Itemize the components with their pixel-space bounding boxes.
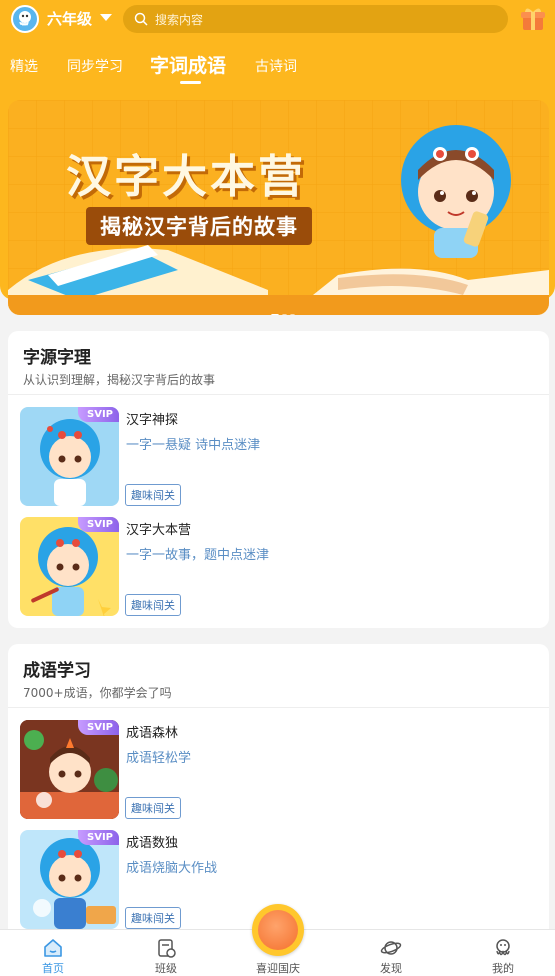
list-item[interactable]: SVIP 汉字神探 一字一悬疑 诗中点迷津 趣味闯关 (20, 407, 540, 507)
svip-badge: SVIP (78, 407, 119, 422)
course-tag[interactable]: 趣味闯关 (125, 797, 181, 819)
section-title: 字源字理 (23, 348, 91, 368)
list-item[interactable]: SVIP 汉字大本营 一字一故事，题中点迷津 趣味闯关 (20, 517, 540, 617)
list-item[interactable]: SVIP 成语森林 成语轻松学 趣味闯关 (20, 720, 540, 820)
course-tag[interactable]: 趣味闯关 (125, 907, 181, 929)
section-title: 成语学习 (23, 661, 91, 681)
active-tab-indicator (180, 81, 201, 84)
nav-discover[interactable]: 发现 (351, 930, 431, 976)
chevron-down-icon[interactable] (100, 14, 112, 21)
nav-home[interactable]: 首页 (13, 930, 93, 976)
carousel-dot (290, 314, 295, 315)
top-bar: 六年级 (0, 0, 555, 40)
search-bar[interactable] (123, 5, 508, 35)
search-icon (134, 12, 148, 26)
grade-selector[interactable]: 六年级 (47, 8, 92, 29)
avatar-octopus-icon[interactable] (11, 5, 39, 33)
course-thumbnail[interactable]: SVIP (20, 407, 119, 506)
section-subtitle: 从认识到理解，揭秘汉字背后的故事 (23, 373, 216, 387)
course-name: 成语数独 (126, 836, 179, 851)
class-icon (158, 939, 176, 958)
nav-label: 班级 (155, 962, 177, 975)
nav-label: 我的 (492, 962, 514, 975)
svip-badge: SVIP (78, 720, 119, 735)
course-description: 成语烧脑大作战 (126, 861, 218, 876)
nav-label: 喜迎国庆 (256, 962, 300, 975)
course-thumbnail[interactable]: SVIP (20, 517, 119, 616)
promo-banner[interactable]: 汉字大本营 揭秘汉字背后的故事 (8, 100, 549, 315)
course-name: 汉字大本营 (126, 523, 192, 538)
category-tabs: 精选 同步学习 字词成语 古诗词 (0, 44, 555, 88)
tab-featured[interactable]: 精选 (10, 56, 38, 76)
nav-profile[interactable]: 我的 (463, 930, 543, 976)
nav-label: 发现 (380, 962, 402, 975)
course-name: 汉字神探 (126, 413, 179, 428)
nav-class[interactable]: 班级 (126, 930, 206, 976)
profile-icon (496, 939, 510, 956)
carousel-indicator (271, 302, 298, 315)
celebration-button-core (258, 910, 298, 950)
tab-sync-learning[interactable]: 同步学习 (67, 56, 123, 76)
course-tag[interactable]: 趣味闯关 (125, 594, 181, 616)
tab-words-idioms[interactable]: 字词成语 (150, 51, 226, 78)
svip-badge: SVIP (78, 517, 119, 532)
svip-badge: SVIP (78, 830, 119, 845)
course-description: 一字一故事，题中点迷津 (126, 548, 270, 563)
section-subtitle: 7000+成语，你都学会了吗 (23, 686, 172, 700)
section-idiom-learning: 成语学习 7000+成语，你都学会了吗 SVIP 成语森林 成语轻松学 趣味闯关 (8, 644, 549, 944)
banner-subtitle: 揭秘汉字背后的故事 (86, 207, 312, 245)
carousel-dot (282, 314, 287, 315)
course-description: 成语轻松学 (126, 751, 192, 766)
banner-title: 汉字大本营 (66, 150, 307, 203)
tab-ancient-poems[interactable]: 古诗词 (255, 56, 297, 76)
divider (8, 394, 549, 395)
carousel-dot (271, 314, 279, 315)
celebration-icon[interactable] (252, 904, 304, 956)
planet-icon (380, 941, 402, 955)
course-description: 一字一悬疑 诗中点迷津 (126, 438, 261, 453)
search-input[interactable] (153, 5, 497, 35)
course-name: 成语森林 (126, 726, 179, 741)
section-character-origins: 字源字理 从认识到理解，揭秘汉字背后的故事 SVIP 汉字神探 一字一悬疑 诗中… (8, 331, 549, 628)
home-icon (44, 939, 62, 957)
divider (8, 707, 549, 708)
course-tag[interactable]: 趣味闯关 (125, 484, 181, 506)
course-thumbnail[interactable]: SVIP (20, 720, 119, 819)
nav-label: 首页 (42, 962, 64, 975)
gift-icon[interactable] (519, 5, 547, 33)
course-thumbnail[interactable]: SVIP (20, 830, 119, 929)
